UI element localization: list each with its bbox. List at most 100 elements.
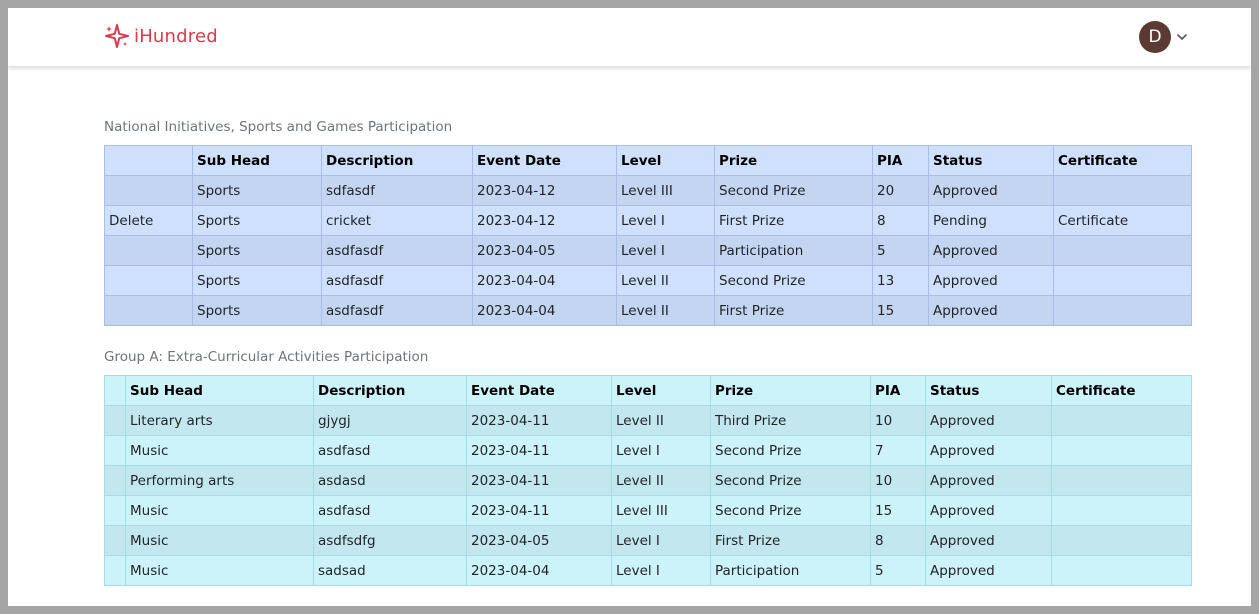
- delete-link[interactable]: Delete: [104, 205, 193, 236]
- table-row: Performing arts asdasd 2023-04-11 Level …: [104, 465, 1192, 496]
- column-header-certificate: Certificate: [1053, 145, 1192, 176]
- pia-cell: 15: [872, 295, 929, 326]
- action-cell: [104, 235, 193, 266]
- event-date-cell: 2023-04-04: [466, 555, 612, 586]
- description-cell: sdfasdf: [321, 175, 473, 206]
- certificate-cell: [1051, 465, 1192, 496]
- pia-cell: 15: [870, 495, 926, 526]
- event-date-cell: 2023-04-11: [466, 405, 612, 436]
- action-cell: [104, 405, 126, 436]
- table-row: Sports asdfasdf 2023-04-04 Level II Seco…: [104, 265, 1192, 296]
- status-cell: Approved: [925, 525, 1052, 556]
- brand-logo[interactable]: iHundred: [104, 22, 218, 50]
- level-cell: Level I: [616, 205, 715, 236]
- event-date-cell: 2023-04-11: [466, 465, 612, 496]
- prize-cell: Participation: [714, 235, 873, 266]
- action-cell: [104, 435, 126, 466]
- level-cell: Level I: [616, 235, 715, 266]
- level-cell: Level I: [611, 525, 711, 556]
- sub-head-cell: Music: [125, 555, 314, 586]
- action-cell: [104, 265, 193, 296]
- column-header-prize: Prize: [714, 145, 873, 176]
- level-cell: Level II: [616, 295, 715, 326]
- action-cell: [104, 525, 126, 556]
- prize-cell: Second Prize: [714, 175, 873, 206]
- event-date-cell: 2023-04-05: [466, 525, 612, 556]
- avatar[interactable]: D: [1139, 21, 1171, 53]
- status-cell: Approved: [928, 265, 1054, 296]
- action-cell: [104, 495, 126, 526]
- event-date-cell: 2023-04-12: [472, 175, 617, 206]
- prize-cell: Second Prize: [714, 265, 873, 296]
- action-cell: [104, 175, 193, 206]
- pia-cell: 8: [870, 525, 926, 556]
- column-header-pia: PIA: [870, 375, 926, 406]
- table-row: Music asdfasd 2023-04-11 Level III Secon…: [104, 495, 1192, 526]
- certificate-cell: [1051, 525, 1192, 556]
- sub-head-cell: Performing arts: [125, 465, 314, 496]
- certificate-cell: [1053, 235, 1192, 266]
- event-date-cell: 2023-04-04: [472, 295, 617, 326]
- event-date-cell: 2023-04-11: [466, 495, 612, 526]
- action-cell: [104, 465, 126, 496]
- pia-cell: 8: [872, 205, 929, 236]
- event-date-cell: 2023-04-04: [472, 265, 617, 296]
- section-title-national-initiatives: National Initiatives, Sports and Games P…: [104, 119, 453, 135]
- table-row: Sports sdfasdf 2023-04-12 Level III Seco…: [104, 175, 1192, 206]
- table-row: Music asdfasd 2023-04-11 Level I Second …: [104, 435, 1192, 466]
- pia-cell: 20: [872, 175, 929, 206]
- sub-head-cell: Music: [125, 435, 314, 466]
- column-header-certificate: Certificate: [1051, 375, 1192, 406]
- prize-cell: First Prize: [714, 205, 873, 236]
- prize-cell: Second Prize: [710, 435, 871, 466]
- column-header-pia: PIA: [872, 145, 929, 176]
- status-cell: Approved: [925, 405, 1052, 436]
- level-cell: Level I: [611, 435, 711, 466]
- level-cell: Level I: [611, 555, 711, 586]
- certificate-cell: [1051, 435, 1192, 466]
- status-cell: Approved: [928, 235, 1054, 266]
- column-header-event-date: Event Date: [466, 375, 612, 406]
- table-row: Music asdfsdfg 2023-04-05 Level I First …: [104, 525, 1192, 556]
- table-row: Delete Sports cricket 2023-04-12 Level I…: [104, 205, 1192, 236]
- table-header-row: Sub Head Description Event Date Level Pr…: [104, 375, 1192, 406]
- level-cell: Level II: [611, 405, 711, 436]
- user-menu[interactable]: D: [1139, 21, 1188, 53]
- certificate-cell: [1053, 175, 1192, 206]
- column-header-description: Description: [321, 145, 473, 176]
- action-cell: [104, 555, 126, 586]
- prize-cell: First Prize: [714, 295, 873, 326]
- description-cell: asdfsdfg: [313, 525, 467, 556]
- pia-cell: 5: [870, 555, 926, 586]
- description-cell: asdasd: [313, 465, 467, 496]
- sub-head-cell: Sports: [192, 205, 322, 236]
- section-title-group-a: Group A: Extra-Curricular Activities Par…: [104, 349, 429, 365]
- sub-head-cell: Literary arts: [125, 405, 314, 436]
- sparkle-logo-icon: [105, 24, 129, 48]
- event-date-cell: 2023-04-12: [472, 205, 617, 236]
- certificate-link[interactable]: Certificate: [1053, 205, 1192, 236]
- sub-head-cell: Sports: [192, 295, 322, 326]
- group-a-table: Sub Head Description Event Date Level Pr…: [104, 375, 1192, 586]
- brand-name: iHundred: [134, 25, 218, 47]
- level-cell: Level III: [611, 495, 711, 526]
- certificate-cell: [1051, 495, 1192, 526]
- sub-head-cell: Sports: [192, 235, 322, 266]
- event-date-cell: 2023-04-05: [472, 235, 617, 266]
- chevron-down-icon[interactable]: [1176, 31, 1188, 43]
- top-navbar: iHundred D: [8, 8, 1251, 67]
- status-cell: Approved: [925, 435, 1052, 466]
- column-header-prize: Prize: [710, 375, 871, 406]
- prize-cell: Second Prize: [710, 465, 871, 496]
- table-header-row: Sub Head Description Event Date Level Pr…: [104, 145, 1192, 176]
- column-header-status: Status: [925, 375, 1052, 406]
- level-cell: Level III: [616, 175, 715, 206]
- status-cell: Approved: [925, 555, 1052, 586]
- pia-cell: 7: [870, 435, 926, 466]
- app-window: iHundred D National Initiatives, Sports …: [8, 8, 1251, 606]
- level-cell: Level II: [611, 465, 711, 496]
- pia-cell: 10: [870, 405, 926, 436]
- national-initiatives-table: Sub Head Description Event Date Level Pr…: [104, 145, 1192, 326]
- sub-head-cell: Sports: [192, 175, 322, 206]
- table-row: Music sadsad 2023-04-04 Level I Particip…: [104, 555, 1192, 586]
